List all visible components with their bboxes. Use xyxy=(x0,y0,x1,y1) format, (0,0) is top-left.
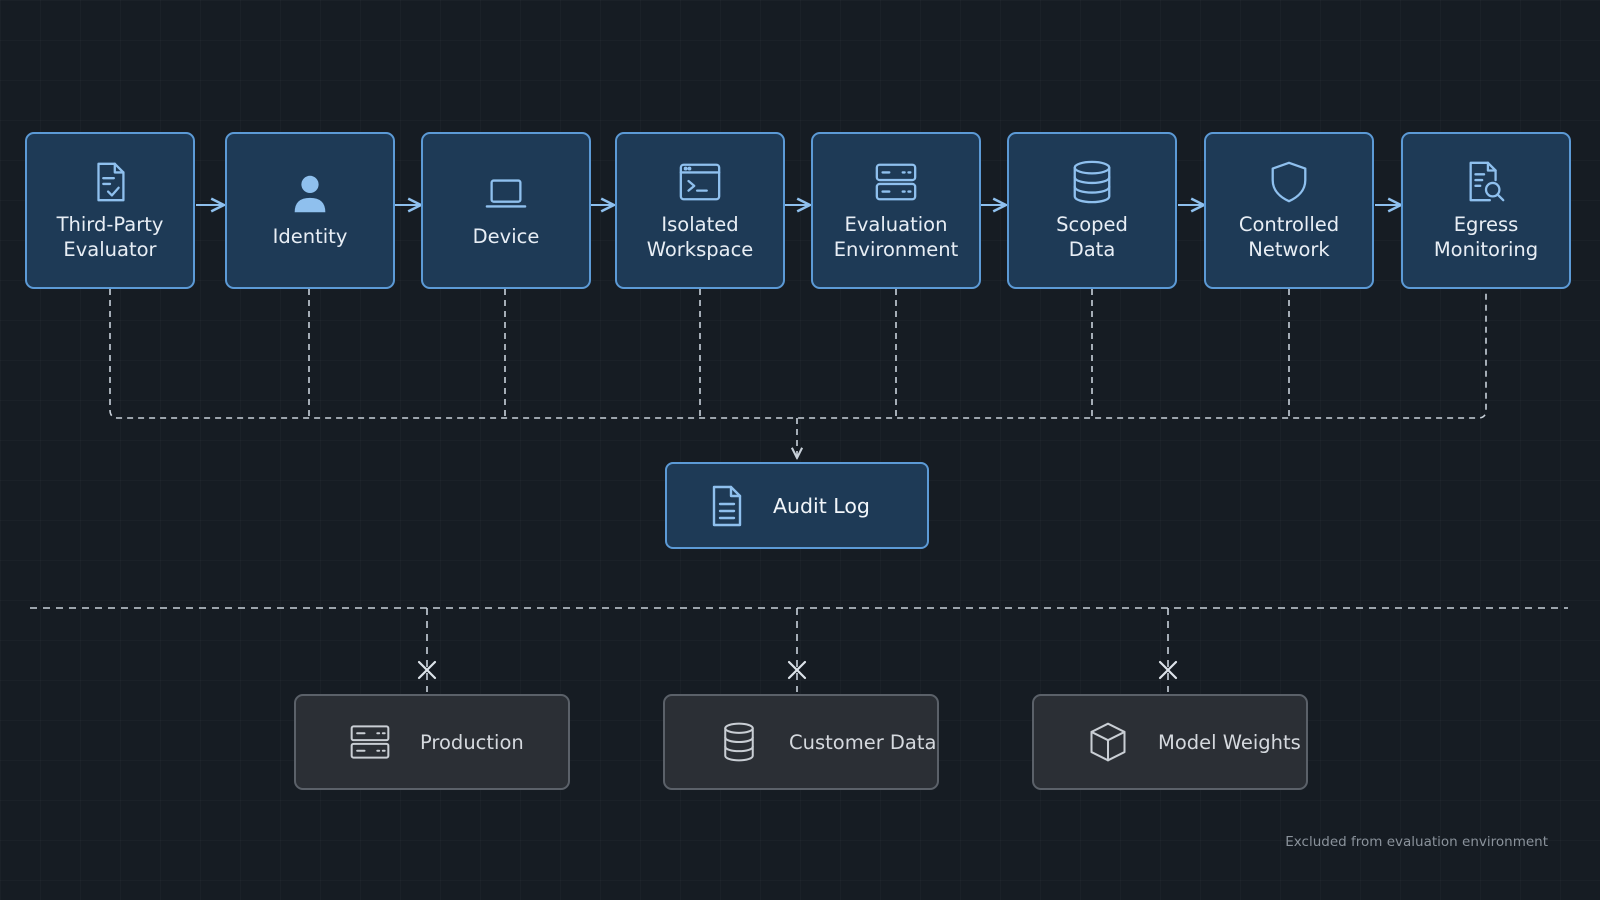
node-third-party-evaluator[interactable]: Third-Party Evaluator xyxy=(25,132,195,289)
node-scoped-data[interactable]: Scoped Data xyxy=(1007,132,1177,289)
database-icon xyxy=(724,722,754,762)
node-identity[interactable]: Identity xyxy=(225,132,395,289)
excluded-label: Model Weights xyxy=(1158,730,1301,754)
node-label: Controlled Network xyxy=(1238,213,1340,261)
node-label: Device xyxy=(472,225,540,249)
audit-log-node[interactable]: Audit Log xyxy=(665,462,929,549)
audit-log-label: Audit Log xyxy=(773,493,870,518)
checklist-document-icon xyxy=(97,162,125,202)
node-label: Identity xyxy=(272,225,348,249)
node-label: Egress Monitoring xyxy=(1433,213,1539,261)
node-isolated-workspace[interactable]: Isolated Workspace xyxy=(615,132,785,289)
database-icon xyxy=(1073,160,1111,204)
node-evaluation-environment[interactable]: Evaluation Environment xyxy=(811,132,981,289)
excluded-label: Production xyxy=(420,730,524,754)
excluded-model-weights[interactable]: Model Weights xyxy=(1032,694,1308,790)
excluded-label: Customer Data xyxy=(789,730,937,754)
cube-icon xyxy=(1090,722,1126,762)
node-egress-monitoring[interactable]: Egress Monitoring xyxy=(1401,132,1571,289)
document-icon xyxy=(712,485,742,526)
exclusion-boundary xyxy=(30,607,1568,692)
laptop-icon xyxy=(485,179,527,208)
node-label: Third-Party Evaluator xyxy=(56,213,164,261)
server-icon xyxy=(875,163,917,201)
terminal-window-icon xyxy=(679,163,721,201)
node-label: Isolated Workspace xyxy=(646,213,754,261)
node-label: Scoped Data xyxy=(1056,213,1128,261)
exclusion-note: Excluded from evaluation environment xyxy=(1285,834,1548,850)
audit-bus xyxy=(109,289,1487,458)
node-device[interactable]: Device xyxy=(421,132,591,289)
node-controlled-network[interactable]: Controlled Network xyxy=(1204,132,1374,289)
document-search-icon xyxy=(1469,161,1505,202)
server-icon xyxy=(350,725,390,759)
user-icon xyxy=(294,176,326,213)
excluded-production[interactable]: Production xyxy=(294,694,570,790)
shield-icon xyxy=(1271,161,1307,203)
excluded-customer-data[interactable]: Customer Data xyxy=(663,694,939,790)
node-label: Evaluation Environment xyxy=(833,213,959,261)
